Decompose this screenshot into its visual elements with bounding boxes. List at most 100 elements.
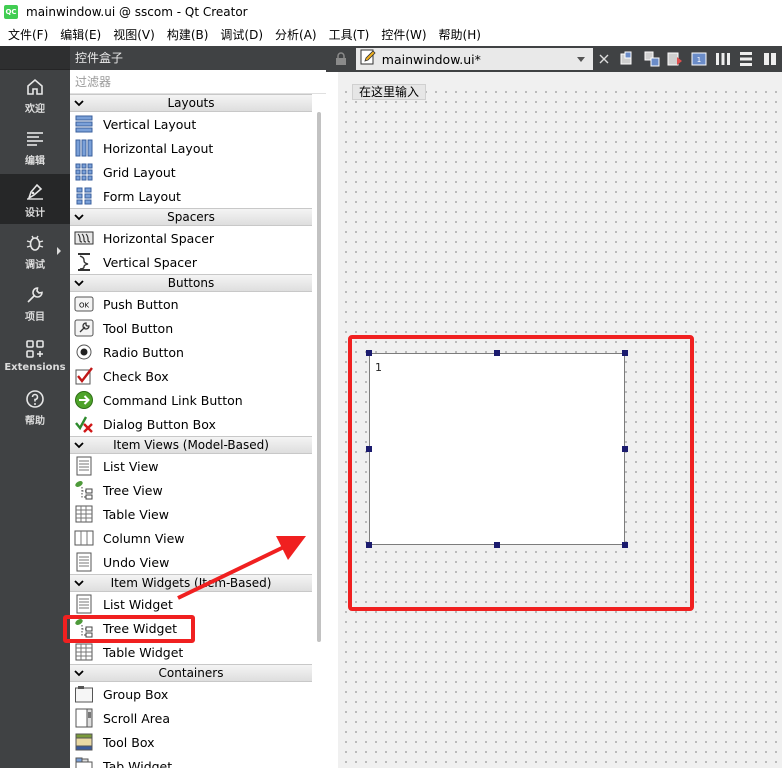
widget-item-label: Table Widget xyxy=(103,644,184,660)
category-layouts-label: Layouts xyxy=(167,96,215,110)
widget-item-horizontal-layout[interactable]: Horizontal Layout xyxy=(70,136,312,160)
edit-widgets-button[interactable] xyxy=(616,47,640,71)
mode-help[interactable]: 帮助 xyxy=(0,382,70,432)
mode-sidebar: 欢迎 编辑 设计 调试 项目 Extensions 帮助 xyxy=(0,46,70,768)
layout-horizontal-button[interactable] xyxy=(711,47,735,71)
edit-buddies-button[interactable] xyxy=(664,47,688,71)
edit-icon xyxy=(24,128,46,150)
widget-item-undo-view[interactable]: Undo View xyxy=(70,550,312,574)
widget-item-check-box[interactable]: Check Box xyxy=(70,364,312,388)
mode-debug-expand-arrow-icon[interactable] xyxy=(57,247,61,255)
mode-design-label: 设计 xyxy=(25,207,45,219)
widget-item-radio-button[interactable]: Radio Button xyxy=(70,340,312,364)
category-buttons-label: Buttons xyxy=(167,276,215,290)
close-document-button[interactable] xyxy=(593,47,617,71)
widget-item-tab-widget[interactable]: Tab Widget xyxy=(70,754,312,768)
widget-item-tree-view[interactable]: Tree View xyxy=(70,478,312,502)
menu-analyze[interactable]: 分析(A) xyxy=(269,24,323,46)
menu-view[interactable]: 视图(V) xyxy=(107,24,161,46)
layout-vertical-button[interactable] xyxy=(735,47,759,71)
widget-item-horizontal-spacer[interactable]: Horizontal Spacer xyxy=(70,226,312,250)
widget-item-command-link-button[interactable]: Command Link Button xyxy=(70,388,312,412)
mode-design[interactable]: 设计 xyxy=(0,174,70,224)
chevron-down-icon[interactable] xyxy=(576,57,585,62)
layout-split-button[interactable] xyxy=(758,47,782,71)
widget-item-label: Command Link Button xyxy=(103,392,243,408)
widget-item-list-widget[interactable]: List Widget xyxy=(70,592,312,616)
widget-item-label: Table View xyxy=(103,506,169,522)
list-widget-icon xyxy=(74,594,94,614)
signals-slots-icon xyxy=(644,51,660,67)
widget-item-group-box[interactable]: Group Box xyxy=(70,682,312,706)
widget-box-scrollbar[interactable] xyxy=(312,94,326,768)
help-icon xyxy=(24,388,46,410)
widget-item-table-widget[interactable]: Table Widget xyxy=(70,640,312,664)
undo-view-icon xyxy=(74,552,94,572)
column-view-icon xyxy=(74,528,94,548)
widget-item-list-view[interactable]: List View xyxy=(70,454,312,478)
widget-item-label: Tool Button xyxy=(103,320,174,336)
mode-edit-label: 编辑 xyxy=(25,155,45,167)
edit-tab-order-button[interactable]: 1 xyxy=(687,47,711,71)
menu-bar: 文件(F) 编辑(E) 视图(V) 构建(B) 调试(D) 分析(A) 工具(T… xyxy=(0,24,782,46)
edit-signals-slots-button[interactable] xyxy=(640,47,664,71)
widget-item-label: Tool Box xyxy=(103,734,155,750)
chevron-down-icon xyxy=(74,578,84,588)
menu-file[interactable]: 文件(F) xyxy=(2,24,54,46)
widget-item-label: Undo View xyxy=(103,554,170,570)
category-containers[interactable]: Containers xyxy=(70,664,312,682)
editor-toolbar: mainwindow.ui* 1 xyxy=(326,46,782,72)
category-spacers[interactable]: Spacers xyxy=(70,208,312,226)
tree-view-icon xyxy=(74,480,94,500)
widget-item-column-view[interactable]: Column View xyxy=(70,526,312,550)
widget-item-grid-layout[interactable]: Grid Layout xyxy=(70,160,312,184)
table-view-icon xyxy=(74,504,94,524)
mode-projects[interactable]: 项目 xyxy=(0,278,70,328)
widget-item-tool-box[interactable]: Tool Box xyxy=(70,730,312,754)
mode-edit[interactable]: 编辑 xyxy=(0,122,70,172)
menu-help[interactable]: 帮助(H) xyxy=(433,24,487,46)
widget-item-label: Horizontal Spacer xyxy=(103,230,215,246)
layout-split-icon xyxy=(764,53,777,65)
mode-debug[interactable]: 调试 xyxy=(0,226,70,276)
widget-item-push-button[interactable]: OK Push Button xyxy=(70,292,312,316)
chevron-down-icon xyxy=(74,212,84,222)
mode-welcome[interactable]: 欢迎 xyxy=(0,70,70,120)
menu-debug[interactable]: 调试(D) xyxy=(214,24,269,46)
widget-item-vertical-layout[interactable]: Vertical Layout xyxy=(70,112,312,136)
menu-edit[interactable]: 编辑(E) xyxy=(54,24,107,46)
layout-horizontal-icon xyxy=(715,53,730,65)
tab-widget-icon xyxy=(74,756,94,768)
scrollbar-thumb[interactable] xyxy=(317,112,321,642)
annotation-highlight-tree-widget-item xyxy=(63,615,195,643)
mode-extensions[interactable]: Extensions xyxy=(0,330,70,380)
widget-item-label: Dialog Button Box xyxy=(103,416,216,432)
category-item-widgets[interactable]: Item Widgets (Item-Based) xyxy=(70,574,312,592)
menubar-type-here-item[interactable]: 在这里输入 xyxy=(352,84,427,100)
chevron-down-icon xyxy=(74,440,84,450)
edit-widgets-icon xyxy=(620,51,632,65)
menu-build[interactable]: 构建(B) xyxy=(161,24,215,46)
ui-file-pencil-icon xyxy=(360,49,376,69)
widget-item-dialog-button-box[interactable]: Dialog Button Box xyxy=(70,412,312,436)
menu-tools[interactable]: 工具(T) xyxy=(323,24,376,46)
layout-vertical-icon xyxy=(740,52,753,66)
widget-item-tool-button[interactable]: Tool Button xyxy=(70,316,312,340)
widget-item-scroll-area[interactable]: Scroll Area xyxy=(70,706,312,730)
mode-help-label: 帮助 xyxy=(25,415,45,427)
widget-item-form-layout[interactable]: Form Layout xyxy=(70,184,312,208)
widget-box-filter-input[interactable]: 过滤器 xyxy=(70,70,326,94)
category-layouts[interactable]: Layouts xyxy=(70,94,312,112)
widget-item-vertical-spacer[interactable]: Vertical Spacer xyxy=(70,250,312,274)
widget-item-label: List Widget xyxy=(103,596,173,612)
widget-item-label: Form Layout xyxy=(103,188,181,204)
annotation-highlight-tree-widget-on-form xyxy=(348,335,694,611)
horizontal-layout-icon xyxy=(74,138,94,158)
mode-extensions-label: Extensions xyxy=(4,361,66,373)
menu-controls[interactable]: 控件(W) xyxy=(375,24,432,46)
widget-item-table-view[interactable]: Table View xyxy=(70,502,312,526)
category-item-views[interactable]: Item Views (Model-Based) xyxy=(70,436,312,454)
document-selector[interactable]: mainwindow.ui* xyxy=(355,48,593,70)
close-icon xyxy=(599,54,609,64)
category-buttons[interactable]: Buttons xyxy=(70,274,312,292)
